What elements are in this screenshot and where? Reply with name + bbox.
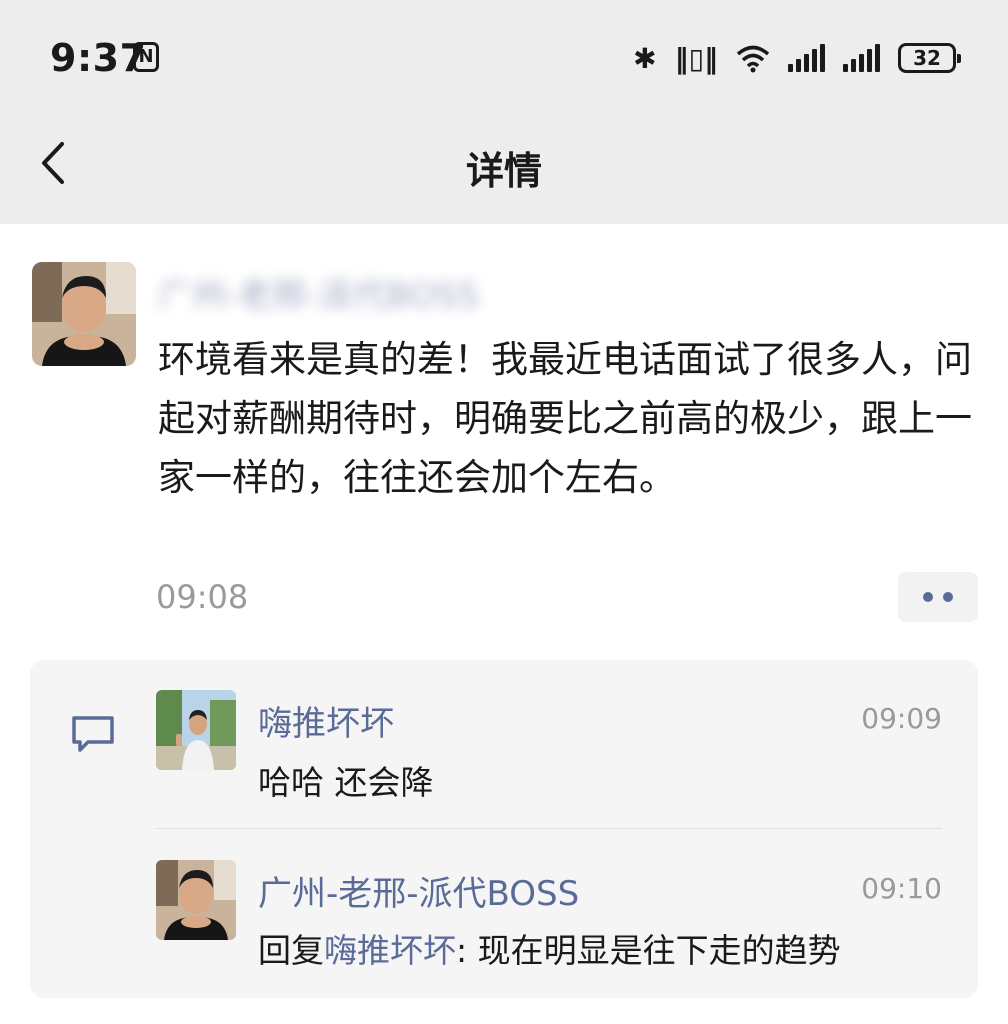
page-title: 详情 — [465, 149, 542, 193]
status-icons: ✱ ‖▯‖ 32 — [633, 38, 961, 78]
reply-to-name[interactable]: 嗨推坏坏 — [324, 931, 456, 970]
post-text: 环境看来是真的差！我最近电话面试了很多人，问起对薪酬期待时，明确要比之前高的极少… — [158, 338, 972, 499]
more-dots-icon — [923, 592, 933, 602]
comment-icon — [72, 716, 114, 752]
comments-panel: 嗨推坏坏 09:09 哈哈 还会降 广州-老邢-派代BOSS 09:10 回复嗨… — [30, 660, 978, 998]
comment-avatar[interactable] — [156, 690, 236, 770]
post-time: 09:08 — [156, 578, 249, 616]
post-author-avatar[interactable] — [32, 262, 136, 366]
signal-2-icon — [843, 44, 880, 72]
post-author-name[interactable]: 广州-老邢-派代BOSS — [158, 268, 628, 316]
comment-text: 哈哈 还会降 — [258, 763, 434, 802]
comment-text: 回复嗨推坏坏: 现在明显是往下走的趋势 — [258, 931, 841, 970]
comment-time: 09:10 — [861, 872, 942, 905]
comment-author[interactable]: 广州-老邢-派代BOSS — [258, 866, 579, 915]
comment-time: 09:09 — [861, 702, 942, 735]
signal-1-icon — [788, 44, 825, 72]
comment-author[interactable]: 嗨推坏坏 — [258, 696, 394, 745]
nfc-icon: N — [133, 42, 159, 72]
comment-divider — [156, 828, 942, 829]
header: 9:37 N ✱ ‖▯‖ 32 详情 — [0, 0, 1008, 224]
battery-icon: 32 — [898, 43, 961, 73]
vibrate-icon: ‖▯‖ — [674, 41, 718, 75]
bluetooth-icon: ✱ — [633, 41, 657, 75]
more-button[interactable] — [898, 572, 978, 622]
comment-avatar[interactable] — [156, 860, 236, 940]
wifi-icon — [736, 45, 770, 73]
